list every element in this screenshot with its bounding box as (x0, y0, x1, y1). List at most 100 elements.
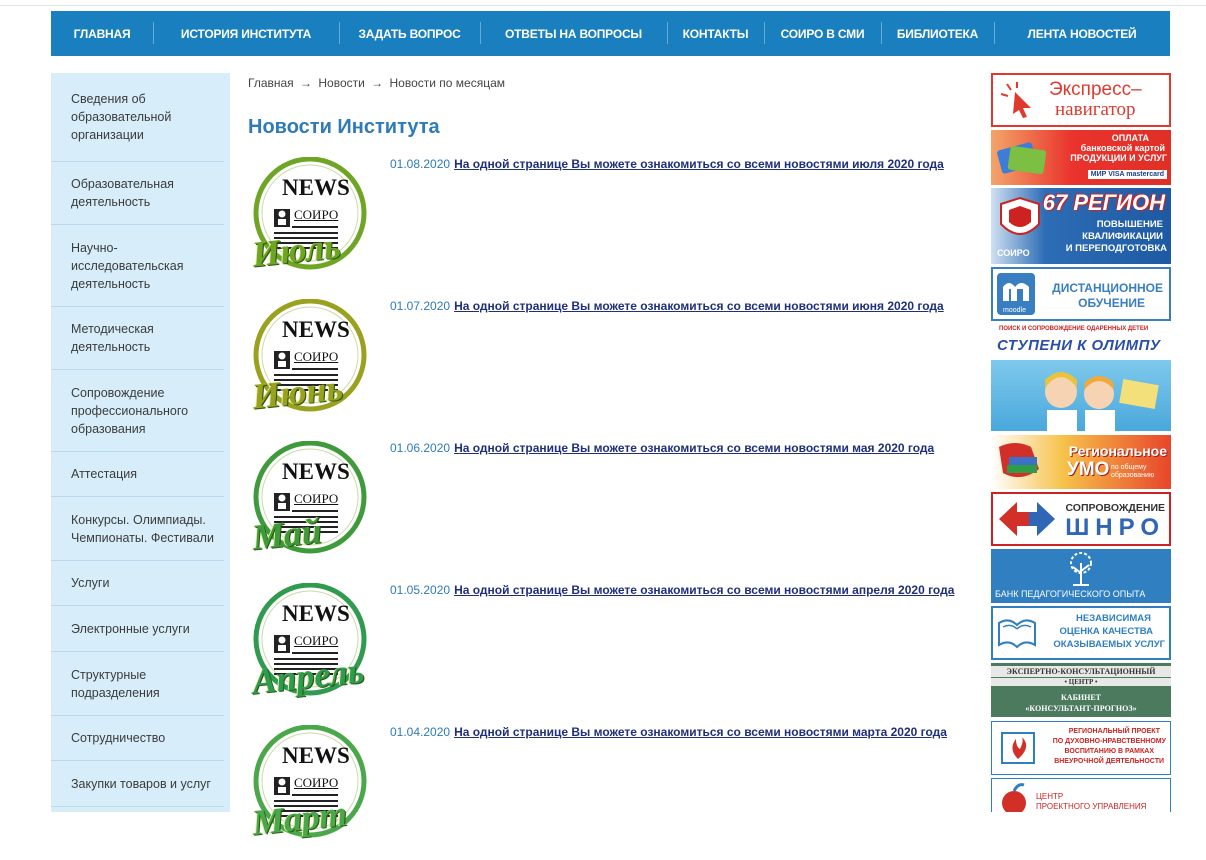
banner-moodle-label: moodle (1003, 307, 1026, 314)
news-date: 01.08.2020 (390, 157, 451, 171)
breadcrumb-home[interactable]: Главная (248, 76, 294, 90)
banner-express-navigator[interactable]: Экспресс– навигатор (991, 73, 1171, 127)
news-link[interactable]: На одной странице Вы можете ознакомиться… (454, 725, 947, 739)
nav-item-ask[interactable]: ЗАДАТЬ ВОПРОС (339, 11, 480, 56)
banner-soiro-brand: СОИРО (997, 248, 1030, 258)
news-link[interactable]: На одной странице Вы можете ознакомиться… (454, 157, 944, 171)
banner-region-line3: И ПЕРЕПОДГОТОВКА (1065, 243, 1167, 254)
banner-express-line2: навигатор (1055, 99, 1136, 120)
sidebar-item-services[interactable]: Услуги (51, 561, 224, 606)
news-text: 01.05.2020 На одной странице Вы можете оз… (390, 583, 954, 597)
sidebar-item-org-info[interactable]: Сведения об образовательной организации (51, 73, 224, 162)
banner-center-line1: ЦЕНТР (1036, 792, 1064, 801)
sidebar-item-label: Конкурсы. Олимпиады. Чемпионаты. Фестива… (71, 512, 214, 545)
banner-card-payment[interactable]: ОПЛАТА банковской картой ПРОДУКЦИИ И УСЛ… (991, 130, 1171, 185)
banner-67-region[interactable]: СОИРО 67 РЕГИОН ПОВЫШЕНИЕ КВАЛИФИКАЦИИ И… (991, 188, 1171, 264)
news-text: 01.06.2020 На одной странице Вы можете оз… (390, 441, 934, 455)
banner-distance-line2: ОБУЧЕНИЕ (1078, 296, 1145, 310)
nav-item-answers[interactable]: ОТВЕТЫ НА ВОПРОСЫ (480, 11, 667, 56)
news-item: NEWS СОИРО Апрель 01.05.2020 На одной страни… (248, 582, 968, 713)
bank-card-icon (997, 142, 1047, 175)
banner-express-line1: Экспресс– (1049, 79, 1142, 100)
nav-item-media[interactable]: СОИРО В СМИ (764, 11, 881, 56)
banner-project-line3: ВОСПИТАНИЮ В РАМКАХ (1064, 748, 1154, 755)
banner-distance-line1: ДИСТАНЦИОННОЕ (1052, 281, 1163, 295)
breadcrumb-news[interactable]: Новости (318, 76, 364, 90)
breadcrumb-current: Новости по месяцам (389, 76, 506, 90)
sidebar-item-label: Структурные подразделения (71, 667, 160, 700)
children-illustration-icon (1045, 372, 1159, 431)
news-link[interactable]: На одной странице Вы можете ознакомиться… (454, 441, 934, 455)
news-thumbnail[interactable]: NEWS СОИРО Апрель (250, 582, 388, 713)
banner-quality-assessment[interactable]: НЕЗАВИСИМАЯ ОЦЕНКА КАЧЕСТВА ОКАЗЫВАЕМЫХ … (991, 606, 1171, 660)
banner-distance-learning[interactable]: moodle ДИСТАНЦИОННОЕ ОБУЧЕНИЕ (991, 267, 1171, 321)
sidebar-item-label: Методическая деятельность (71, 322, 154, 354)
sidebar-item-e-services[interactable]: Электронные услуги (51, 606, 224, 652)
banner-payment-line2: банковской картой (1080, 143, 1165, 153)
banner-payment-cards: МИР VISA mastercard (1087, 170, 1167, 179)
banner-expert-center[interactable]: ЭКСПЕРТНО-КОНСУЛЬТАЦИОННЫЙ • ЦЕНТР • КАБ… (991, 663, 1171, 717)
sidebar-item-departments[interactable]: Структурные подразделения (51, 652, 224, 716)
banner-spiritual-project[interactable]: РЕГИОНАЛЬНЫЙ ПРОЕКТ ПО ДУХОВНО-НРАВСТВЕН… (991, 721, 1171, 775)
sidebar-item-label: Образовательная деятельность (71, 177, 174, 209)
banner-pedagogical-bank[interactable]: БАНК ПЕДАГОГИЧЕСКОГО ОПЫТА (991, 549, 1171, 603)
banner-region-line2: КВАЛИФИКАЦИИ (1082, 231, 1163, 242)
banner-quality-line1: НЕЗАВИСИМАЯ (1076, 613, 1151, 624)
banner-umo-line1: Региональное (1068, 443, 1167, 459)
cursor-click-icon (1000, 82, 1031, 118)
banner-quality-line2: ОЦЕНКА КАЧЕСТВА (1059, 626, 1153, 637)
sidebar: Сведения об образовательной организации … (51, 73, 230, 812)
banner-umo-line2: УМО (1067, 459, 1110, 480)
tree-icon (1070, 552, 1092, 586)
page-title: Новости Института (248, 116, 440, 138)
banner-shnro[interactable]: СОПРОВОЖДЕНИЕ ШНРО (991, 492, 1171, 546)
banner-regional-umo[interactable]: Региональное УМО по общему образованию (991, 435, 1171, 489)
news-date: 01.05.2020 (390, 583, 451, 597)
moodle-m-icon (1003, 283, 1029, 301)
news-thumbnail[interactable]: NEWS СОИРО Март (250, 724, 388, 855)
banner-expert-line1: ЭКСПЕРТНО-КОНСУЛЬТАЦИОННЫЙ (991, 666, 1171, 677)
banner-olymp-steps[interactable]: поиск и сопровождение одаренных детей СТ… (991, 325, 1171, 431)
nav-item-history[interactable]: ИСТОРИЯ ИНСТИТУТА (153, 11, 339, 56)
news-thumbnail[interactable]: NEWS СОИРО Май (250, 440, 388, 571)
banner-project-center[interactable]: ЦЕНТР ПРОЕКТНОГО УПРАВЛЕНИЯ (991, 778, 1171, 812)
sidebar-item-procurement[interactable]: Закупки товаров и услуг (51, 761, 224, 807)
nav-item-home[interactable]: ГЛАВНАЯ (51, 11, 153, 56)
news-thumbnail[interactable]: NEWS СОИРО Июнь (250, 298, 388, 429)
nav-item-contacts[interactable]: КОНТАКТЫ (667, 11, 764, 56)
sidebar-item-methodical[interactable]: Методическая деятельность (51, 307, 224, 370)
banner-project-line1: РЕГИОНАЛЬНЫЙ ПРОЕКТ (1068, 728, 1160, 735)
news-logo-brand: СОИРО (294, 349, 339, 364)
news-link[interactable]: На одной странице Вы можете ознакомиться… (454, 299, 944, 313)
sidebar-item-contests[interactable]: Конкурсы. Олимпиады. Чемпионаты. Фестива… (51, 497, 224, 561)
breadcrumb-separator: → (371, 76, 384, 90)
banner-expert-line2: • ЦЕНТР • (991, 678, 1171, 686)
sidebar-item-cooperation[interactable]: Сотрудничество (51, 716, 224, 761)
news-item: NEWS СОИРО Июнь 01.07.2020 На одной странице… (248, 298, 968, 429)
nav-item-library[interactable]: БИБЛИОТЕКА (881, 11, 994, 56)
sidebar-item-label: Научно-исследовательская деятельность (71, 240, 184, 291)
sidebar-item-education[interactable]: Образовательная деятельность (51, 162, 224, 225)
banner-shnro-line1: СОПРОВОЖДЕНИЕ (1065, 502, 1165, 514)
news-thumbnail[interactable]: NEWS СОИРО Июль (250, 156, 388, 287)
banner-payment-line3: ПРОДУКЦИИ И УСЛУГ (1070, 153, 1167, 163)
news-logo-brand: СОИРО (294, 633, 339, 648)
news-logo-news: NEWS (282, 743, 350, 768)
banner-expert-line3: КАБИНЕТ (1061, 693, 1101, 702)
news-link[interactable]: На одной странице Вы можете ознакомиться… (454, 583, 954, 597)
news-date: 01.04.2020 (390, 725, 451, 739)
sidebar-item-prof-support[interactable]: Сопровождение профессионального образова… (51, 370, 224, 452)
nav-item-newsfeed[interactable]: ЛЕНТА НОВОСТЕЙ (994, 11, 1170, 56)
shnro-arrows-icon (999, 502, 1055, 536)
breadcrumb-separator: → (300, 76, 313, 90)
news-logo-news: NEWS (282, 317, 350, 342)
banner-region-title: 67 РЕГИОН (1042, 190, 1165, 215)
sidebar-item-attestation[interactable]: Аттестация (51, 452, 224, 497)
top-divider (0, 5, 1206, 6)
news-date: 01.06.2020 (390, 441, 451, 455)
news-month-script: Май (250, 510, 324, 558)
banner-umo-line3: по общему образованию (1111, 464, 1155, 479)
banner-quality-line3: ОКАЗЫВАЕМЫХ УСЛУГ (1053, 639, 1165, 650)
sidebar-item-research[interactable]: Научно-исследовательская деятельность (51, 225, 224, 307)
banner-olymp-top: поиск и сопровождение одаренных детей (999, 326, 1149, 332)
